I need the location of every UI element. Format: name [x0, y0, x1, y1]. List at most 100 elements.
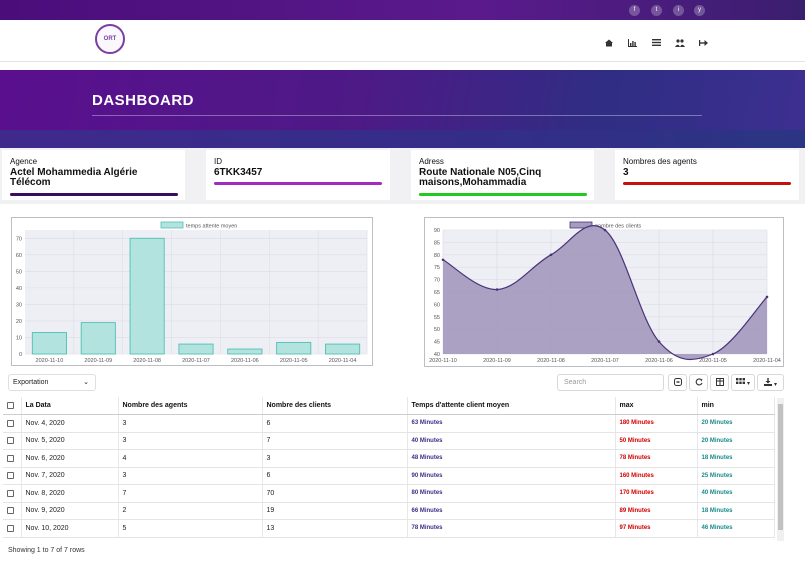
bar	[31, 332, 67, 355]
x-tick-label: 2020-11-10	[429, 358, 457, 364]
row-select-cell[interactable]	[3, 449, 22, 468]
table-row[interactable]: Nov. 6, 2020 4 3 48 Minutes 78 Minutes 18 Min…	[3, 449, 775, 468]
x-tick-label: 2020-11-09	[84, 358, 112, 364]
toggle-view-button[interactable]	[710, 374, 729, 391]
table-row[interactable]: Nov. 9, 2020 2 19 66 Minutes 89 Minutes 18 Mi…	[3, 502, 775, 520]
table-row[interactable]: Nov. 10, 2020 5 13 78 Minutes 97 Minutes 46 M…	[3, 519, 775, 538]
row-checkbox[interactable]	[7, 524, 14, 532]
x-tick-label: 2020-11-08	[133, 358, 161, 364]
y-tick-label: 30	[16, 302, 22, 308]
row-checkbox[interactable]	[7, 489, 14, 497]
col-header-max[interactable]: max	[615, 397, 698, 415]
card-label: Agence	[10, 157, 38, 166]
table-row[interactable]: Nov. 4, 2020 3 6 63 Minutes 180 Minutes 20 Mi…	[3, 414, 775, 433]
y-tick-label: 45	[434, 340, 440, 346]
row-select-cell[interactable]	[3, 432, 22, 450]
row-select-cell[interactable]	[3, 467, 22, 485]
instagram-icon[interactable]: i	[673, 5, 684, 16]
refresh-button[interactable]	[689, 374, 708, 391]
data-point	[495, 288, 499, 291]
cell-date: Nov. 7, 2020	[21, 467, 119, 485]
y-tick-label: 70	[16, 236, 22, 242]
cell-clients: 6	[262, 467, 408, 485]
bar	[178, 343, 214, 355]
table-row[interactable]: Nov. 7, 2020 3 6 90 Minutes 160 Minutes 25 Mi…	[3, 467, 775, 485]
logo[interactable]: ORT	[95, 24, 125, 54]
hero-band	[0, 130, 805, 148]
cell-clients: 70	[262, 484, 408, 503]
data-point	[657, 340, 661, 343]
col-header-avg-wait[interactable]: Temps d'attente client moyen	[407, 397, 616, 415]
row-checkbox[interactable]	[7, 454, 14, 462]
cell-max: 160 Minutes	[615, 467, 698, 485]
col-header-clients[interactable]: Nombre des clients	[262, 397, 408, 415]
youtube-icon[interactable]: y	[694, 5, 705, 16]
cell-max: 89 Minutes	[615, 502, 698, 520]
legend-label: temps attente moyen	[186, 224, 237, 230]
cell-min: 20 Minutes	[697, 432, 775, 450]
chart-icon[interactable]	[627, 39, 637, 47]
cell-clients: 7	[262, 432, 408, 450]
cell-max: 170 Minutes	[615, 484, 698, 503]
cell-agents: 4	[118, 449, 263, 468]
x-tick-label: 2020-11-04	[329, 358, 357, 364]
row-checkbox[interactable]	[7, 507, 14, 515]
cell-clients: 19	[262, 502, 408, 520]
table-row[interactable]: Nov. 5, 2020 3 7 40 Minutes 50 Minutes 20 Min…	[3, 432, 775, 450]
row-select-cell[interactable]	[3, 484, 22, 503]
select-all-checkbox[interactable]	[7, 401, 14, 409]
export-select[interactable]: Exportation ⌄	[8, 374, 96, 391]
row-checkbox[interactable]	[7, 472, 14, 480]
cell-min: 18 Minutes	[697, 502, 775, 520]
card-agence: Agence Actel Mohammedia Algérie Télécom	[2, 150, 185, 200]
row-select-cell[interactable]	[3, 502, 22, 520]
bar	[276, 341, 312, 355]
select-all-cell[interactable]	[3, 397, 22, 415]
col-header-agents[interactable]: Nombre des agents	[118, 397, 263, 415]
row-select-cell[interactable]	[3, 414, 22, 433]
cell-avg-wait: 78 Minutes	[407, 519, 616, 538]
row-select-cell[interactable]	[3, 519, 22, 538]
home-icon[interactable]	[604, 39, 614, 47]
cell-max: 78 Minutes	[615, 449, 698, 468]
data-point	[441, 258, 445, 262]
pagination-toggle-button[interactable]	[668, 374, 687, 391]
hero-divider	[92, 115, 702, 116]
data-table: La Data Nombre des agents Nombre des cli…	[3, 397, 775, 538]
col-header-date[interactable]: La Data	[21, 397, 119, 415]
y-tick-label: 60	[434, 302, 440, 308]
card-accent-bar	[623, 182, 791, 185]
facebook-icon[interactable]: f	[629, 5, 640, 16]
bar	[227, 348, 263, 355]
x-tick-label: 2020-11-07	[182, 358, 210, 364]
x-tick-label: 2020-11-10	[36, 358, 64, 364]
card-label: ID	[214, 157, 222, 166]
list-icon[interactable]	[651, 39, 661, 47]
x-tick-label: 2020-11-07	[591, 358, 619, 364]
x-tick-label: 2020-11-08	[537, 358, 565, 364]
row-checkbox[interactable]	[7, 419, 14, 427]
area-chart: 4045505560657075808590nombre des clients…	[429, 221, 781, 364]
row-checkbox[interactable]	[7, 437, 14, 445]
search-input[interactable]: Search	[557, 374, 664, 391]
columns-button[interactable]: ▾	[731, 374, 755, 391]
table-row[interactable]: Nov. 8, 2020 7 70 80 Minutes 170 Minutes 40 M…	[3, 484, 775, 503]
col-header-min[interactable]: min	[697, 397, 775, 415]
x-tick-label: 2020-11-06	[231, 358, 259, 364]
cell-avg-wait: 40 Minutes	[407, 432, 616, 450]
users-icon[interactable]	[675, 39, 685, 47]
twitter-icon[interactable]: t	[651, 5, 662, 16]
y-tick-label: 40	[16, 286, 22, 292]
caret-down-icon: ▾	[773, 382, 777, 388]
cell-agents: 3	[118, 414, 263, 433]
card-label: Adress	[419, 157, 444, 166]
logout-icon[interactable]	[698, 39, 708, 47]
scrollbar-thumb[interactable]	[778, 404, 783, 530]
x-tick-label: 2020-11-05	[280, 358, 308, 364]
page-title: DASHBOARD	[92, 92, 194, 109]
y-tick-label: 10	[16, 335, 22, 341]
export-data-button[interactable]: ▾	[757, 374, 784, 391]
y-tick-label: 0	[19, 352, 22, 358]
data-point	[549, 253, 553, 257]
cell-clients: 13	[262, 519, 408, 538]
